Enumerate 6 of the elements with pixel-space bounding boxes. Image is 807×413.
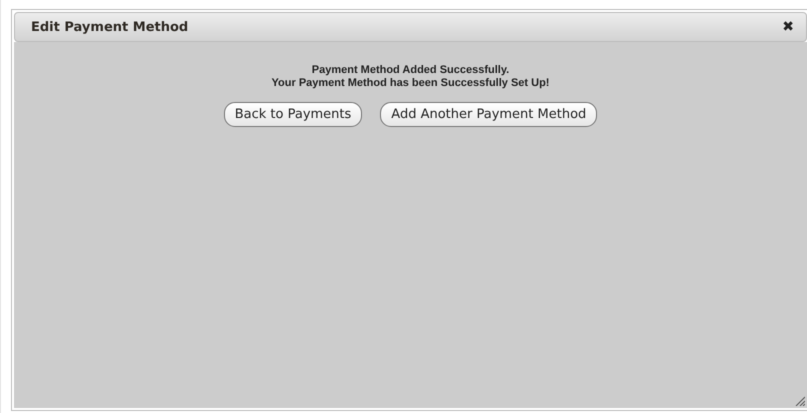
close-button[interactable]: ✖ bbox=[782, 19, 794, 35]
dialog-title: Edit Payment Method bbox=[31, 20, 188, 34]
success-message: Payment Method Added Successfully. Your Payment Method has been Successfully Set Up! bbox=[272, 64, 550, 90]
action-button[interactable]: Add Another Payment Method bbox=[380, 102, 598, 127]
resize-grip-icon[interactable] bbox=[795, 396, 805, 406]
action-button[interactable]: Back to Payments bbox=[224, 102, 362, 127]
